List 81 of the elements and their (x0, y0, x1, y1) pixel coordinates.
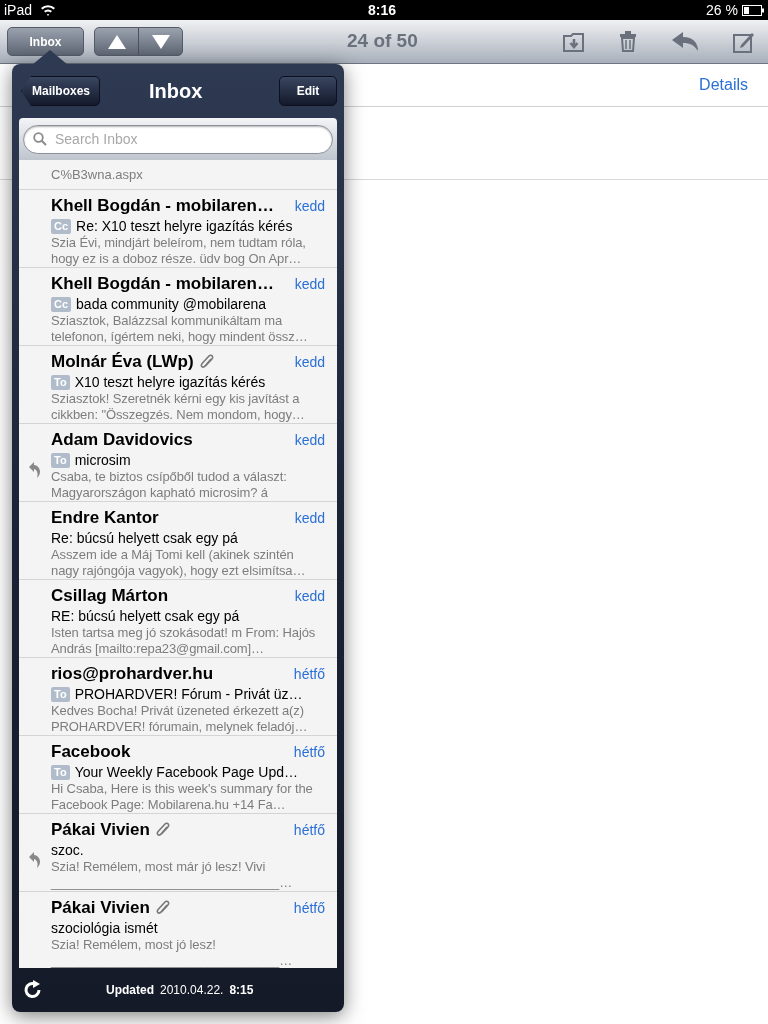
message-date: kedd (293, 430, 325, 450)
sender-name: Facebook (51, 741, 131, 764)
message-row[interactable]: Khell Bogdán - mobilaren… kedd Cc Re: X10 teszt helyre igazítás kérés Szia Évi, mindjárt beleírom, nem tudtam róla, hogy ez is a doboz része. üdv bog On Apr… (19, 190, 337, 268)
message-subject: Your Weekly Facebook Page Upd… (74, 762, 298, 782)
battery-icon (742, 4, 764, 16)
sender-name: rios@prohardver.hu (51, 663, 214, 686)
message-date: hétfő (292, 820, 325, 840)
inbox-button[interactable]: Inbox (7, 27, 84, 56)
refresh-icon[interactable] (23, 980, 43, 1000)
recipient-tag: To (51, 764, 70, 780)
reply-icon[interactable] (671, 31, 699, 52)
down-arrow-icon[interactable] (150, 33, 171, 50)
message-date: hétfő (292, 898, 325, 918)
message-subject: szociológia ismét (51, 918, 158, 938)
message-subject: X10 teszt helyre igazítás kérés (74, 372, 266, 392)
sender-name: Pákai Vivien (51, 897, 150, 920)
message-date: kedd (293, 586, 325, 606)
message-row[interactable]: Facebook hétfő To Your Weekly Facebook Page Upd… Hi Csaba, Here is this week's summary for the Facebook Page: Mobilarena.hu +14 Fa… (19, 736, 337, 814)
message-preview: Hi Csaba, Here is this week's summary for the Facebook Page: Mobilarena.hu +14 Fa… (51, 781, 314, 813)
message-counter: 24 of 50 (347, 29, 418, 54)
sender-name: Molnár Éva (LWp) (51, 351, 194, 374)
message-row[interactable]: rios@prohardver.hu hétfő To PROHARDVER! Fórum - Privát üz… Kedves Bocha! Privát üzeneted érkezett a(z) PROHARDVER! fórumain, melynek feladój… (19, 658, 337, 736)
compose-icon[interactable] (733, 30, 755, 53)
edit-button[interactable]: Edit (279, 76, 337, 106)
message-preview: Sziasztok, Balázzsal kommunikáltam ma telefonon, ígértem neki, hogy mindent össz… (51, 313, 309, 345)
message-row[interactable]: Endre Kantor kedd Re: búcsú helyett csak egy pá Asszem ide a Máj Tomi kell (akinek szintén nagy rajóngója vagyok), hogy ezt elsimítsa… (19, 502, 337, 580)
sender-name: Endre Kantor (51, 507, 159, 530)
message-date: hétfő (292, 742, 325, 762)
search-field[interactable]: Search Inbox (23, 124, 333, 154)
message-subject: RE: búcsú helyett csak egy pá (51, 606, 240, 626)
recipient-tag: To (51, 374, 70, 390)
message-subject: microsim (74, 450, 131, 470)
popover-title: Inbox (149, 79, 203, 104)
search-icon (33, 132, 47, 146)
message-row[interactable]: Khell Bogdán - mobilaren… kedd Cc bada community @mobilarena Sziasztok, Balázzsal kommunikáltam ma telefonon, ígértem neki, hogy mindent össz… (19, 268, 337, 346)
message-row[interactable]: Molnár Éva (LWp) kedd To X10 teszt helyre igazítás kérés Sziasztok! Szeretnék kérni egy kis javítást a cikkben: "Összegzés. Nem mondom, hogy… (19, 346, 337, 424)
message-row[interactable]: Csillag Márton kedd RE: búcsú helyett csak egy pá Isten tartsa meg jó szokásodat! m From: Hajós András [mailto:repa23@gmail.com]… (19, 580, 337, 658)
message-subject: bada community @mobilarena (76, 294, 267, 314)
recipient-tag: To (51, 686, 70, 702)
recipient-tag: Cc (51, 296, 72, 312)
message-preview: Csaba, te biztos csípőből tudod a választ: Magyarországon kapható microsim? á (51, 469, 288, 501)
mailboxes-back-button[interactable]: Mailboxes (21, 76, 101, 106)
wifi-icon (40, 4, 57, 16)
device-name: iPad (4, 0, 33, 20)
message-row[interactable]: Adam Davidovics kedd To microsim Csaba, te biztos csípőből tudod a választ: Magyarországon kapható microsim? á (19, 424, 337, 502)
message-preview: Szia Évi, mindjárt beleírom, nem tudtam róla, hogy ez is a doboz része. üdv bog On Apr… (51, 235, 307, 267)
battery-percent: 26 % (706, 0, 738, 20)
trash-icon[interactable] (619, 31, 637, 52)
message-row[interactable]: Pákai Vivien hétfő szociológia ismét Szia! Remélem, most jó lesz! ________________________________… (19, 892, 337, 968)
message-row[interactable]: Pákai Vivien hétfő szoc. Szia! Remélem, most már jó lesz! Vivi ________________________________… (19, 814, 337, 892)
sender-name: Csillag Márton (51, 585, 169, 608)
message-preview: Kedves Bocha! Privát üzeneted érkezett a(z) PROHARDVER! fórumain, melynek feladój… (51, 703, 309, 735)
sender-name: Khell Bogdán - mobilaren… (51, 195, 274, 218)
message-date: kedd (293, 196, 325, 216)
folder-move-icon[interactable] (563, 31, 585, 52)
message-preview: Asszem ide a Máj Tomi kell (akinek szintén nagy rajóngója vagyok), hogy ezt elsimítsa… (51, 547, 307, 579)
message-date: kedd (293, 508, 325, 528)
message-subject: Re: búcsú helyett csak egy pá (51, 528, 238, 548)
message-preview: Isten tartsa meg jó szokásodat! m From: Hajós András [mailto:repa23@gmail.com]… (51, 625, 317, 657)
message-date: kedd (293, 274, 325, 294)
message-preview: Szia! Remélem, most jó lesz! ________________________________… (51, 937, 294, 968)
message-subject: PROHARDVER! Fórum - Privát üz… (74, 684, 303, 704)
clock: 8:16 (368, 0, 397, 20)
message-preview: Sziasztok! Szeretnék kérni egy kis javítást a cikkben: "Összegzés. Nem mondom, hogy… (51, 391, 306, 423)
sender-name: Pákai Vivien (51, 819, 150, 842)
sender-name: Adam Davidovics (51, 429, 193, 452)
message-subject: szoc. (51, 840, 84, 860)
recipient-tag: To (51, 452, 70, 468)
details-link[interactable]: Details (699, 73, 748, 97)
updated-label: Updated (106, 982, 154, 999)
message-subject: Re: X10 teszt helyre igazítás kérés (76, 216, 293, 235)
up-arrow-icon[interactable] (106, 33, 127, 50)
message-preview: C%B3wna.aspx (51, 165, 143, 184)
recipient-tag: Cc (51, 218, 72, 234)
sender-name: Khell Bogdán - mobilaren… (51, 273, 274, 296)
message-date: hétfő (292, 664, 325, 684)
popover-arrow (32, 50, 68, 65)
message-date: kedd (293, 352, 325, 372)
updated-time: 8:15 (229, 982, 254, 999)
message-preview: Szia! Remélem, most már jó lesz! Vivi ________________________________… (51, 859, 294, 891)
updated-date: 2010.04.22. (160, 982, 224, 999)
